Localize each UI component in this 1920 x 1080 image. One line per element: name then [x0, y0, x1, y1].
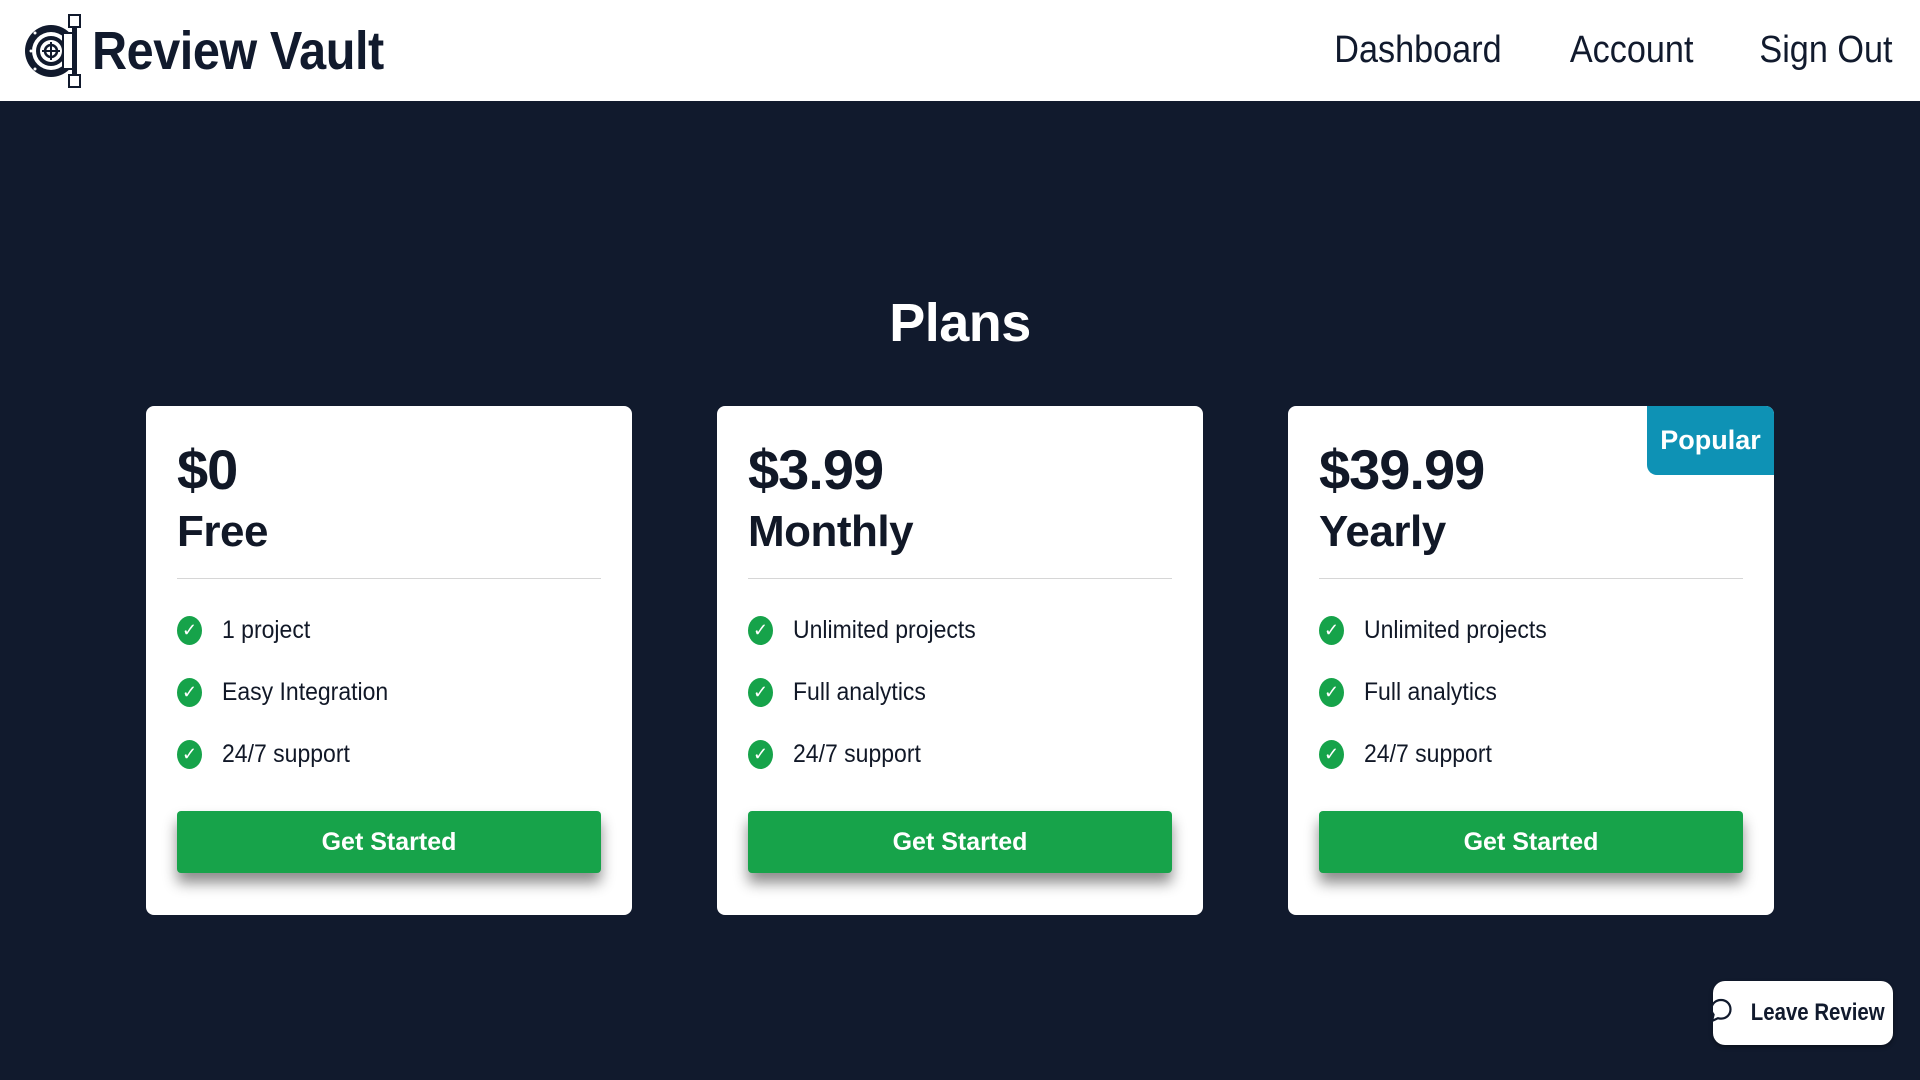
divider: [1319, 578, 1743, 580]
feature-item: ✓ 1 project: [177, 599, 601, 661]
feature-text: 1 project: [222, 615, 311, 644]
feature-text: 24/7 support: [793, 739, 921, 768]
feature-text: 24/7 support: [222, 739, 350, 768]
check-circle-icon: ✓: [177, 615, 202, 645]
feature-item: ✓ Full analytics: [748, 661, 1172, 723]
check-circle-icon: ✓: [748, 677, 773, 707]
feature-list: ✓ Unlimited projects ✓ Full analytics ✓ …: [748, 599, 1172, 785]
plan-card-monthly: $3.99 Monthly ✓ Unlimited projects ✓ Ful…: [717, 406, 1203, 915]
leave-review-button[interactable]: Leave Review: [1710, 981, 1893, 1045]
get-started-button-monthly[interactable]: Get Started: [748, 811, 1172, 874]
feature-item: ✓ 24/7 support: [748, 723, 1172, 785]
app-name: Review Vault: [92, 20, 384, 81]
plan-period: Monthly: [748, 507, 914, 556]
check-circle-icon: ✓: [177, 677, 202, 707]
feature-item: ✓ 24/7 support: [177, 723, 601, 785]
nav-sign-out-link[interactable]: Sign Out: [1760, 29, 1893, 72]
check-circle-icon: ✓: [1319, 615, 1344, 645]
feature-item: ✓ Full analytics: [1319, 661, 1743, 723]
nav-dashboard-link[interactable]: Dashboard: [1334, 29, 1501, 72]
plan-price: $3.99: [748, 438, 884, 501]
divider: [177, 578, 601, 580]
popular-badge: Popular: [1647, 406, 1774, 475]
page-title: Plans: [889, 293, 1031, 353]
plan-period: Yearly: [1319, 507, 1446, 556]
top-nav-bar: Review Vault Dashboard Account Sign Out: [0, 0, 1920, 101]
plan-card-yearly: Popular $39.99 Yearly ✓ Unlimited projec…: [1288, 406, 1774, 915]
check-circle-icon: ✓: [748, 615, 773, 645]
feature-text: Easy Integration: [222, 677, 389, 706]
get-started-button-yearly[interactable]: Get Started: [1319, 811, 1743, 874]
feature-item: ✓ Unlimited projects: [748, 599, 1172, 661]
plan-price: $0: [177, 438, 238, 501]
check-circle-icon: ✓: [748, 739, 773, 769]
get-started-button-free[interactable]: Get Started: [177, 811, 601, 874]
brand[interactable]: Review Vault: [22, 11, 416, 91]
main-nav: Dashboard Account Sign Out: [1273, 29, 1900, 72]
chat-bubble-icon: [1709, 998, 1733, 1029]
leave-review-label: Leave Review: [1751, 999, 1885, 1026]
check-circle-icon: ✓: [1319, 677, 1344, 707]
feature-text: Unlimited projects: [793, 615, 976, 644]
feature-text: Unlimited projects: [1364, 615, 1547, 644]
plan-card-free: $0 Free ✓ 1 project ✓ Easy Integration ✓…: [146, 406, 632, 915]
check-circle-icon: ✓: [1319, 739, 1344, 769]
feature-item: ✓ 24/7 support: [1319, 723, 1743, 785]
divider: [748, 578, 1172, 580]
check-circle-icon: ✓: [177, 739, 202, 769]
nav-account-link[interactable]: Account: [1570, 29, 1694, 72]
feature-item: ✓ Unlimited projects: [1319, 599, 1743, 661]
vault-door-icon: [22, 11, 88, 91]
plan-period: Free: [177, 507, 268, 556]
feature-list: ✓ Unlimited projects ✓ Full analytics ✓ …: [1319, 599, 1743, 785]
feature-list: ✓ 1 project ✓ Easy Integration ✓ 24/7 su…: [177, 599, 601, 785]
feature-item: ✓ Easy Integration: [177, 661, 601, 723]
feature-text: Full analytics: [793, 677, 926, 706]
feature-text: Full analytics: [1364, 677, 1497, 706]
feature-text: 24/7 support: [1364, 739, 1492, 768]
